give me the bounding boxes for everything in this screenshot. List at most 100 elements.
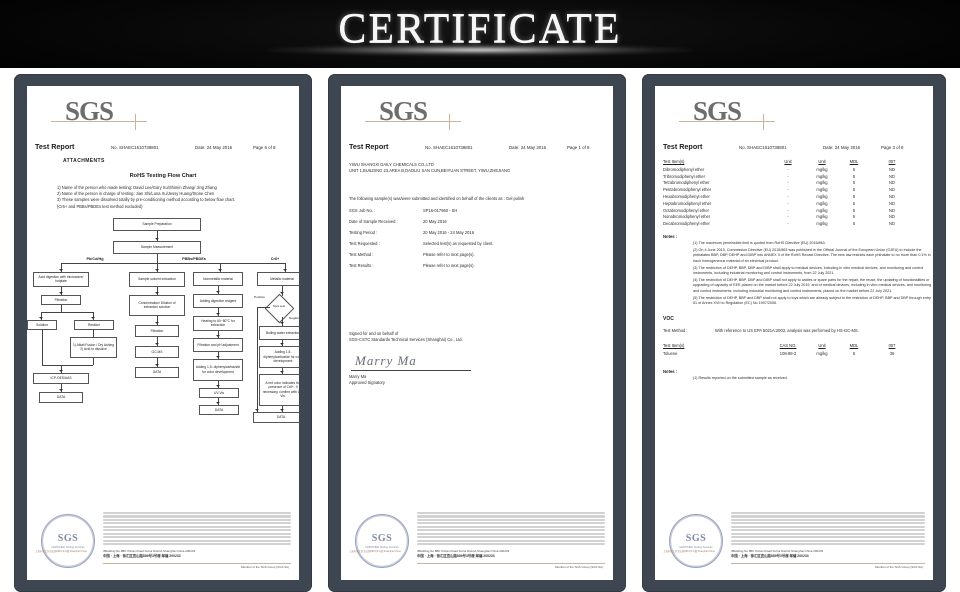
table-row: Toluene 108-88-3 mg/kg 5 36 bbox=[663, 350, 915, 357]
cell-mdl: 5 bbox=[852, 200, 856, 206]
footer-address-cn: 中国 · 上海 · 徐汇区宜山路889号3号楼 邮编 200233 bbox=[731, 553, 809, 558]
flow-chart-notes: 1) Name of the person who made testing: … bbox=[57, 185, 299, 210]
note-item: (4) The restriction of DEHP, BBP, DBP an… bbox=[693, 278, 932, 293]
results-table-body: Dibromodiphenyl ether - mg/kg 5 ND Tribromod… bbox=[663, 166, 915, 227]
seal-subtext: CERTIFIED Testing Services bbox=[365, 545, 399, 549]
cell-unit2: mg/kg bbox=[816, 207, 828, 213]
cell-unit1: - bbox=[787, 187, 789, 193]
flow-node: Boiling water extraction bbox=[259, 325, 299, 340]
certificate-frame-2[interactable]: SGS Test Report No. SHAEC1610738801 Date… bbox=[328, 74, 626, 592]
cell-cas: 108-88-3 bbox=[779, 351, 797, 357]
footer-member-text: Member of the SGS Group (SGS SA) bbox=[875, 565, 923, 569]
seal-side-text: 上海市徐汇区宜山路889号3号楼 Shanghai China bbox=[349, 550, 401, 553]
flow-note: (Cr6+ and PBBs/PBDEs test method exclude… bbox=[57, 203, 143, 209]
voc-method-key: Test Method : bbox=[663, 328, 688, 334]
flow-arrow bbox=[280, 321, 284, 324]
voc-method-value: With reference to US EPA 5021A:2003, ana… bbox=[715, 328, 859, 334]
seal-side-text: 上海市徐汇区宜山路889号3号楼 Shanghai China bbox=[663, 550, 715, 553]
flow-arrow bbox=[280, 291, 284, 294]
cell-item: Hexabromodiphenyl ether bbox=[663, 194, 710, 200]
cell-result: 36 bbox=[889, 351, 895, 357]
field-value: Please refer to next page(s). bbox=[423, 262, 475, 268]
seal-text: SGS bbox=[371, 532, 393, 544]
page-footer-2: SGS CERTIFIED Testing Services 上海市徐汇区宜山路… bbox=[341, 512, 613, 576]
cell-result: ND bbox=[889, 221, 895, 227]
report-title: Test Report bbox=[349, 142, 389, 151]
flow-branch-label: Cr6+ bbox=[263, 255, 287, 263]
voc-table-body: Toluene 108-88-3 mg/kg 5 36 bbox=[663, 350, 915, 357]
cell-unit1: - bbox=[787, 214, 789, 220]
flow-node: Sample solvent extraction bbox=[129, 271, 185, 287]
seal-text: SGS bbox=[57, 532, 79, 544]
flow-bus bbox=[42, 364, 93, 366]
report-page-label: Page 6 of 8 bbox=[253, 145, 276, 150]
footer-rule bbox=[417, 563, 605, 564]
legal-fineprint bbox=[417, 512, 605, 546]
cell-unit1: - bbox=[787, 207, 789, 213]
table-row: Heptabromodiphenyl ether - mg/kg 5 ND bbox=[663, 200, 915, 207]
table-row: Nonabromodiphenyl ether - mg/kg 5 ND bbox=[663, 213, 915, 220]
report-date: Date: 24 May 2016 bbox=[509, 145, 547, 150]
table-row: Tetrabromodiphenyl ether - mg/kg 5 ND bbox=[663, 180, 915, 187]
cell-result: ND bbox=[889, 194, 895, 200]
flow-node: Metallic material bbox=[257, 271, 299, 286]
note-item: (5) The restriction of DEHP, BBP and DBP… bbox=[693, 295, 931, 306]
report-number: No. SHAEC1610738801 bbox=[111, 145, 159, 150]
flow-bus bbox=[61, 262, 285, 264]
flow-arrow bbox=[155, 321, 159, 324]
field-key: Date of Sample Received : bbox=[349, 218, 398, 224]
cell-result: ND bbox=[889, 207, 895, 213]
certificate-frame-1[interactable]: SGS Test Report No. SHAEC1610738801 Date… bbox=[14, 74, 312, 592]
seal-subtext: CERTIFIED Testing Services bbox=[51, 545, 85, 549]
note-item: (1) The maximum permissible limit is quo… bbox=[693, 241, 826, 246]
footer-member-text: Member of the SGS Group (SGS SA) bbox=[555, 565, 603, 569]
column-header-result: 007 bbox=[888, 159, 896, 164]
column-header-cas: CAS NO. bbox=[779, 343, 797, 349]
cell-item: Tetrabromodiphenyl ether bbox=[663, 180, 710, 186]
table-row: Dibromodiphenyl ether - mg/kg 5 ND bbox=[663, 166, 915, 173]
flow-connector bbox=[93, 357, 94, 365]
flow-node-start: Sample Preparation bbox=[113, 217, 201, 231]
cell-result: ND bbox=[889, 173, 895, 179]
table-row: Hexabromodiphenyl ether - mg/kg 5 ND bbox=[663, 193, 915, 200]
flow-connector bbox=[93, 329, 94, 337]
certificate-page-1: SGS Test Report No. SHAEC1610738801 Date… bbox=[27, 86, 299, 580]
field-row: Test Method : Please refer to next page(… bbox=[349, 251, 613, 258]
client-address: UNIT 1,BUILDING 23,AREA B,DAOLIU SAN CUN… bbox=[349, 168, 511, 174]
flow-node-data: DATA bbox=[253, 411, 299, 423]
cell-unit2: mg/kg bbox=[816, 200, 828, 206]
flow-node: 1) Alkali Fusion / Dry Ashing 2) Acid to… bbox=[70, 336, 117, 358]
note-item: (2) On 4 June 2015, Commission Directive… bbox=[693, 248, 931, 263]
signature-block: Signed for and on behalf of SGS-CSTC Sta… bbox=[349, 331, 613, 387]
field-row: SGS Job No. : SP16-017960 - SH bbox=[349, 207, 613, 214]
flow-node: Adding 1,5- diphenylcarbazide for color … bbox=[193, 358, 243, 381]
flow-node: A red color indicates the presence of Cr… bbox=[259, 373, 299, 406]
flow-arrow bbox=[39, 316, 43, 319]
cell-mdl: 5 bbox=[852, 351, 856, 357]
cell-unit2: mg/kg bbox=[816, 214, 828, 220]
footer-address: 3Building,No.889 Yishan Road Xuhui Distr… bbox=[417, 549, 605, 558]
report-header-2: Test Report No. SHAEC1610738801 Date: 24… bbox=[349, 142, 613, 151]
cell-mdl: 5 bbox=[852, 214, 856, 220]
sgs-logo-rule bbox=[365, 121, 461, 122]
column-header-unit: Unit bbox=[818, 343, 826, 349]
flow-arrow bbox=[216, 384, 220, 387]
flow-node: ICP-OES/AAS bbox=[33, 372, 89, 384]
flow-arrow bbox=[216, 334, 220, 337]
sgs-logo-tick bbox=[135, 114, 136, 130]
flow-node: Acid digestion with microwave/ hotplate bbox=[33, 271, 89, 287]
flow-branch-label: PBBs/PBDEs bbox=[170, 255, 218, 263]
seal-side-text: 上海市徐汇区宜山路889号3号楼 Shanghai China bbox=[35, 550, 87, 553]
certificate-frame-3[interactable]: SGS Test Report No. SHAEC1610738801 Date… bbox=[642, 74, 946, 592]
rohs-flow-chart: Sample Preparation Sample Measurement Pb… bbox=[27, 217, 299, 436]
column-header-unit1: Unit bbox=[784, 159, 792, 164]
sgs-logo-tick bbox=[449, 114, 450, 130]
footer-member-text: Member of the SGS Group (SGS SA) bbox=[241, 565, 289, 569]
flow-node: Adding 1,5- diphenylcarbazide for color … bbox=[259, 345, 299, 368]
sgs-logo-tick bbox=[763, 114, 764, 130]
cell-mdl: 5 bbox=[852, 187, 856, 193]
cell-unit2: mg/kg bbox=[816, 187, 828, 193]
flow-arrow bbox=[216, 355, 220, 358]
cell-unit1: - bbox=[787, 200, 789, 206]
report-date: Date: 24 May 2016 bbox=[195, 145, 233, 150]
